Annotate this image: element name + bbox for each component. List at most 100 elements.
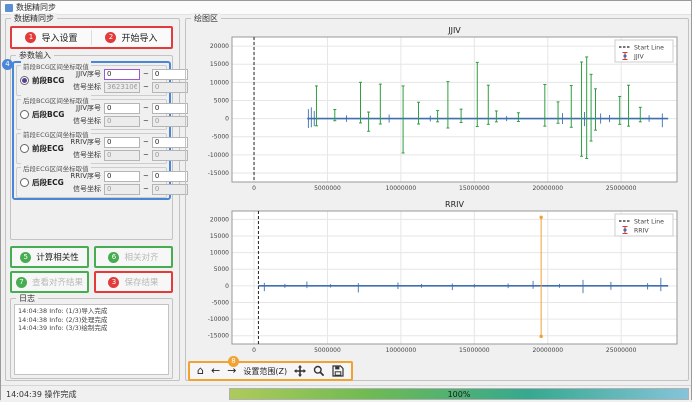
compute-correlation-label: 计算相关性 [36,251,79,263]
jjiv-chart[interactable]: -15000-10000-500005000100001500020000050… [190,24,685,197]
signal-coord-label: 信号坐标 [68,184,101,194]
svg-text:20000: 20000 [210,216,229,223]
log-entry: 14:04:38 Info: (2/3)处理完成 [18,316,165,325]
svg-text:10000: 10000 [210,79,229,86]
zoom-icon[interactable] [313,365,325,377]
signal-coord-to-input [152,116,188,127]
radio-icon[interactable] [20,144,29,153]
range-separator: ~ [143,151,149,159]
rriv-chart[interactable]: -15000-10000-500005000100001500020000050… [190,198,685,359]
log-entry: 14:04:38 Info: (1/3)导入完成 [18,307,165,316]
svg-text:15000000: 15000000 [459,347,490,354]
param-section-front-ecg: 前段ECG区间坐标取值 前段ECG RRIV序号 ~ 信号坐标 [16,133,167,164]
step-badge-7: 7 [16,277,27,288]
signal-coord-from-input [104,82,140,93]
view-align-result-label: 查看对齐结果 [32,276,83,288]
svg-text:25000000: 25000000 [606,185,637,192]
progress-label: 100% [448,390,471,399]
range-separator: ~ [143,185,149,193]
range-separator: ~ [143,172,149,180]
compute-correlation-button[interactable]: 5 计算相关性 [10,246,89,268]
svg-text:-10000: -10000 [208,316,229,323]
radio-rear-bcg[interactable]: 后段BCG [20,109,68,120]
rriv-index-to-input[interactable] [152,137,188,148]
jjiv-index-from-input[interactable] [104,103,140,114]
plot-groupbox-label: 绘图区 [191,13,221,24]
import-settings-button[interactable]: 1 导入设置 [12,28,91,47]
svg-text:0: 0 [225,116,229,123]
window-title: 数据精同步 [16,2,56,13]
signal-coord-to-input [152,150,188,161]
range-separator: ~ [143,138,149,146]
svg-text:Start Line: Start Line [634,219,664,226]
radio-front-bcg[interactable]: 前段BCG [20,75,68,86]
svg-text:-15000: -15000 [208,170,229,177]
rriv-index-from-input[interactable] [104,171,140,182]
svg-text:0: 0 [225,283,229,290]
svg-text:-5000: -5000 [212,134,230,141]
params-blue-box: 前段BCG区间坐标取值 前段BCG JJIV序号 ~ 信号坐标 [12,61,171,200]
view-align-result-button[interactable]: 7 查看对齐结果 [10,271,89,293]
svg-text:15000: 15000 [210,233,229,240]
signal-coord-from-input [104,184,140,195]
radio-icon[interactable] [20,178,29,187]
param-section-front-bcg: 前段BCG区间坐标取值 前段BCG JJIV序号 ~ 信号坐标 [16,65,167,96]
signal-coord-to-input [152,184,188,195]
section-title: 后段BCG区间坐标取值 [21,95,91,105]
step-badge-1: 1 [25,32,36,43]
signal-coord-from-input [104,150,140,161]
start-import-label: 开始导入 [121,31,157,44]
status-bar: 14:04:39 操作完成 100% [1,385,691,402]
home-icon[interactable]: ⌂ [197,363,204,379]
jjiv-index-from-input[interactable] [104,69,140,80]
range-separator: ~ [143,70,149,78]
correlation-align-button[interactable]: 6 相关对齐 [94,246,173,268]
svg-text:25000000: 25000000 [606,347,637,354]
main-groupbox-label: 数据精同步 [11,13,57,24]
rriv-index-from-input[interactable] [104,137,140,148]
title-bar: 数据精同步 [1,1,691,15]
svg-text:0: 0 [252,185,256,192]
log-groupbox-label: 日志 [16,293,38,304]
svg-text:5000000: 5000000 [314,185,341,192]
svg-text:15000000: 15000000 [459,185,490,192]
svg-text:JJIV: JJIV [447,26,461,35]
section-title: 前段BCG区间坐标取值 [21,61,91,71]
set-range-button[interactable]: 设置范围(Z) [243,366,287,377]
range-separator: ~ [143,117,149,125]
import-settings-label: 导入设置 [41,31,77,44]
jjiv-index-to-input[interactable] [152,69,188,80]
correlation-align-label: 相关对齐 [124,251,158,263]
save-icon[interactable] [332,365,344,377]
pan-icon[interactable] [294,365,306,377]
radio-front-ecg[interactable]: 前段ECG [20,143,68,154]
param-section-rear-ecg: 后段ECG区间坐标取值 后段ECG RRIV序号 ~ 信号坐标 [16,167,167,198]
plot-toolbar: ⌂ ← → 设置范围(Z) [188,361,353,381]
range-separator: ~ [143,83,149,91]
svg-text:20000000: 20000000 [532,185,563,192]
jjiv-index-to-input[interactable] [152,103,188,114]
rriv-index-to-input[interactable] [152,171,188,182]
radio-icon[interactable] [20,76,29,85]
log-list[interactable]: 14:04:38 Info: (1/3)导入完成 14:04:38 Info: … [14,304,169,375]
section-title: 前段ECG区间坐标取值 [21,129,91,139]
save-result-button[interactable]: 3 保存结果 [94,271,173,293]
svg-text:5000: 5000 [214,266,229,273]
signal-coord-from-input [104,116,140,127]
params-groupbox-label: 参数输入 [16,50,54,61]
start-import-button[interactable]: 2 开始导入 [92,28,171,47]
save-result-label: 保存结果 [124,276,158,288]
signal-coord-label: 信号坐标 [68,82,101,92]
back-icon[interactable]: ← [211,363,220,379]
svg-text:10000000: 10000000 [386,185,417,192]
signal-coord-label: 信号坐标 [68,116,101,126]
radio-rear-ecg[interactable]: 后段ECG [20,177,68,188]
step-badge-6: 6 [108,252,119,263]
step-badge-2: 2 [105,32,116,43]
svg-text:-5000: -5000 [212,299,230,306]
svg-text:10000: 10000 [210,250,229,257]
svg-text:RRIV: RRIV [445,200,464,209]
svg-text:-15000: -15000 [208,333,229,340]
radio-icon[interactable] [20,110,29,119]
svg-text:5000: 5000 [214,97,229,104]
